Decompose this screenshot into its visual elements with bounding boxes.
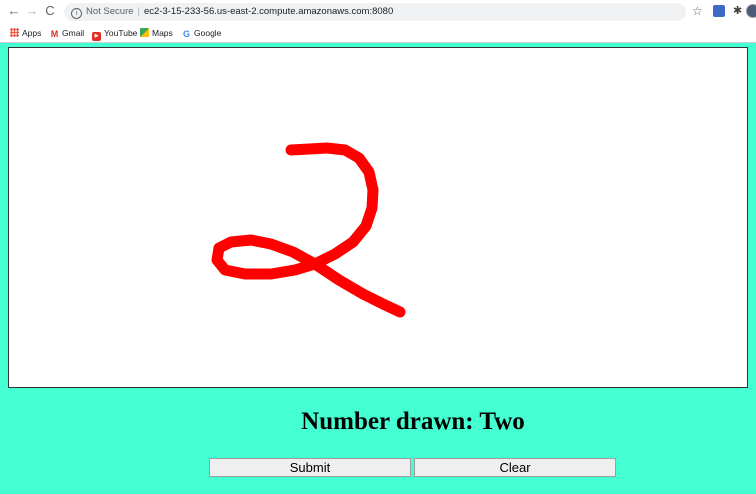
bookmark-maps[interactable]: Maps bbox=[140, 24, 173, 42]
drawing-surface[interactable] bbox=[9, 48, 747, 387]
security-label: Not Secure bbox=[86, 6, 134, 17]
bookmark-label: Google bbox=[194, 28, 222, 38]
forward-arrow-icon[interactable]: → bbox=[24, 3, 40, 19]
back-arrow-icon[interactable]: ← bbox=[6, 3, 22, 19]
address-bar[interactable]: i Not Secure | ec2-3-15-233-56.us-east-2.co… bbox=[64, 3, 686, 21]
puzzle-extensions-icon[interactable]: ✱ bbox=[733, 4, 742, 17]
bookmark-label: YouTube bbox=[104, 28, 138, 38]
clear-button[interactable]: Clear bbox=[414, 458, 616, 477]
maps-icon bbox=[140, 28, 149, 37]
youtube-icon: ▶ bbox=[92, 32, 101, 41]
bookmark-label: Maps bbox=[152, 28, 173, 38]
result-heading: Number drawn: Two bbox=[301, 408, 525, 435]
submit-button[interactable]: Submit bbox=[209, 458, 411, 477]
bookmark-apps[interactable]: Apps bbox=[10, 24, 41, 42]
drawing-canvas[interactable] bbox=[8, 47, 748, 388]
reload-icon[interactable]: C bbox=[42, 3, 58, 19]
drawn-stroke bbox=[211, 142, 406, 318]
bookmark-gmail[interactable]: M Gmail bbox=[50, 24, 84, 42]
page-content: Number drawn: Two Submit Clear bbox=[0, 43, 756, 494]
browser-chrome: ← → C i Not Secure | ec2-3-15-233-56.us-eas… bbox=[0, 0, 756, 43]
bookmark-label: Gmail bbox=[62, 28, 85, 38]
apps-grid-icon bbox=[10, 28, 19, 37]
separator: | bbox=[137, 6, 140, 17]
url-text: ec2-3-15-233-56.us-east-2.compute.amazon… bbox=[144, 6, 394, 17]
bookmarks-bar: Apps M Gmail ▶ YouTube Maps G Google bbox=[0, 24, 756, 43]
info-icon[interactable]: i bbox=[71, 8, 82, 19]
extension-icon[interactable] bbox=[713, 5, 725, 17]
browser-toolbar: ← → C i Not Secure | ec2-3-15-233-56.us-eas… bbox=[0, 0, 756, 25]
profile-avatar-icon[interactable] bbox=[746, 4, 756, 18]
bookmark-star-icon[interactable]: ☆ bbox=[692, 4, 703, 18]
google-icon: G bbox=[182, 29, 190, 39]
bookmark-google[interactable]: G Google bbox=[182, 24, 221, 42]
bookmark-label: Apps bbox=[22, 28, 42, 38]
gmail-icon: M bbox=[50, 29, 59, 39]
bookmark-youtube[interactable]: ▶ YouTube bbox=[92, 24, 137, 42]
